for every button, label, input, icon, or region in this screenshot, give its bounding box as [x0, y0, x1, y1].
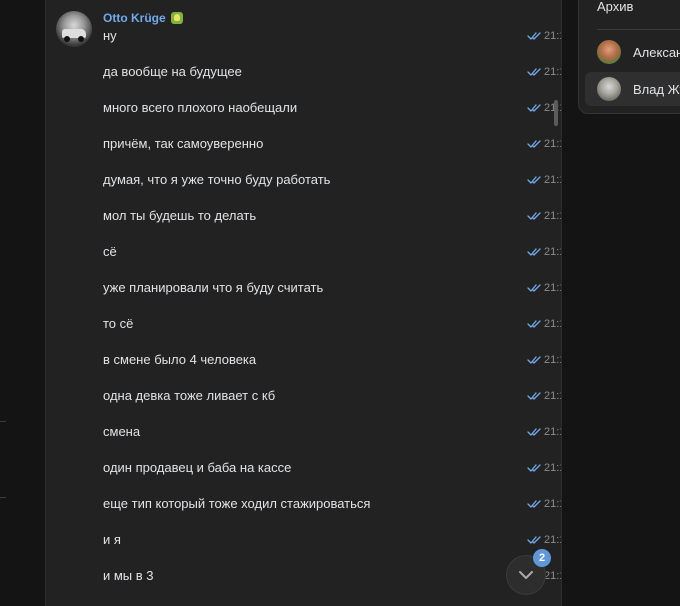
avatar	[597, 77, 621, 101]
time-value: 21:16	[544, 246, 561, 258]
message-row[interactable]: то сё 21:16	[103, 314, 561, 334]
scrollbar-thumb[interactable]	[554, 100, 558, 126]
message-author[interactable]: Otto Krüge	[103, 11, 183, 25]
time-value: 21:16	[544, 426, 561, 438]
message-row[interactable]: в смене было 4 человека 21:16	[103, 350, 561, 370]
message-row[interactable]: да вообще на будущее 21:15	[103, 62, 561, 82]
message-row[interactable]: одна девка тоже ливает с кб 21:16	[103, 386, 561, 406]
message-time: 21:15	[527, 206, 561, 226]
message-row[interactable]: сё 21:16	[103, 242, 561, 262]
contact-item[interactable]: Влад Жу	[585, 72, 680, 106]
message-text: еще тип который тоже ходил стажироваться	[103, 496, 371, 511]
message-time: 21:16	[527, 314, 561, 334]
message-time: 21:16	[527, 350, 561, 370]
message-row[interactable]: еще тип который тоже ходил стажироваться…	[103, 494, 561, 514]
message-time: 21:16	[527, 242, 561, 262]
message-row[interactable]: уже планировали что я буду считать 21:16	[103, 278, 561, 298]
message-row[interactable]: и мы в 3 21:1	[103, 566, 561, 586]
time-value: 21:15	[544, 66, 561, 78]
time-value: 21:15	[544, 174, 561, 186]
message-text: уже планировали что я буду считать	[103, 280, 324, 295]
message-row[interactable]: смена 21:16	[103, 422, 561, 442]
divider	[0, 421, 6, 422]
avatar-wheel	[64, 36, 70, 42]
message-text: и мы в 3	[103, 568, 154, 583]
message-row[interactable]: причём, так самоуверенно 21:15	[103, 134, 561, 154]
time-value: 21:16	[544, 462, 561, 474]
message-time: 21:16	[527, 386, 561, 406]
message-text: ну	[103, 28, 117, 43]
time-value: 21:16	[544, 354, 561, 366]
message-text: и я	[103, 532, 121, 547]
message-time: 21:15	[527, 170, 561, 190]
avatar[interactable]	[56, 11, 92, 47]
double-check-icon	[527, 464, 541, 472]
double-check-icon	[527, 356, 541, 364]
double-check-icon	[527, 68, 541, 76]
double-check-icon	[527, 140, 541, 148]
message-text: да вообще на будущее	[103, 64, 242, 79]
time-value: 21:16	[544, 282, 561, 294]
message-time: 21:16	[527, 422, 561, 442]
message-text: думая, что я уже точно буду работать	[103, 172, 331, 187]
time-value: 21:1	[544, 570, 561, 582]
double-check-icon	[527, 392, 541, 400]
message-time: 21:16	[527, 530, 561, 550]
time-value: 21:16	[544, 318, 561, 330]
divider	[597, 29, 680, 30]
message-time: 21:16	[527, 458, 561, 478]
message-row[interactable]: думая, что я уже точно буду работать 21:1…	[103, 170, 561, 190]
double-check-icon	[527, 104, 541, 112]
message-text: причём, так самоуверенно	[103, 136, 264, 151]
author-name[interactable]: Otto Krüge	[103, 11, 166, 25]
double-check-icon	[527, 176, 541, 184]
message-time: 21:15	[527, 62, 561, 82]
contact-name: Алексан	[633, 44, 680, 60]
message-time: 21:16	[527, 278, 561, 298]
double-check-icon	[527, 428, 541, 436]
message-text: одна девка тоже ливает с кб	[103, 388, 276, 403]
unread-count-badge: 2	[533, 549, 551, 567]
message-text: сё	[103, 244, 117, 259]
message-text: в смене было 4 человека	[103, 352, 257, 367]
avatar-wheel	[78, 36, 84, 42]
double-check-icon	[527, 284, 541, 292]
chat-folders-panel: Архив Алексан Влад Жу	[578, 0, 680, 114]
left-sidebar-edge	[0, 0, 45, 606]
message-text: мол ты будешь то делать	[103, 208, 257, 223]
chat-history[interactable]: Otto Krüge ну 21:15 да вообще на будущее 21…	[45, 0, 562, 606]
double-check-icon	[527, 500, 541, 508]
message-row[interactable]: много всего плохого наобещали 21:15	[103, 98, 561, 118]
double-check-icon	[527, 320, 541, 328]
message-text: много всего плохого наобещали	[103, 100, 298, 115]
double-check-icon	[527, 212, 541, 220]
avatar	[597, 40, 621, 64]
contact-name: Влад Жу	[633, 81, 680, 97]
double-check-icon	[527, 536, 541, 544]
time-value: 21:15	[544, 138, 561, 150]
chevron-down-icon	[519, 571, 533, 579]
divider	[0, 497, 6, 498]
time-value: 21:15	[544, 30, 561, 42]
message-text: смена	[103, 424, 141, 439]
time-value: 21:15	[544, 210, 561, 222]
status-emoji-icon	[170, 12, 183, 24]
double-check-icon	[527, 32, 541, 40]
message-row[interactable]: один продавец и баба на кассе 21:16	[103, 458, 561, 478]
contact-item[interactable]: Алексан	[585, 35, 680, 69]
time-value: 21:16	[544, 498, 561, 510]
message-text: то сё	[103, 316, 134, 331]
archive-folder[interactable]: Архив	[597, 0, 633, 14]
message-text: один продавец и баба на кассе	[103, 460, 292, 475]
time-value: 21:15	[544, 102, 561, 114]
message-time: 21:15	[527, 134, 561, 154]
message-row[interactable]: мол ты будешь то делать 21:15	[103, 206, 561, 226]
time-value: 21:16	[544, 534, 561, 546]
message-time: 21:16	[527, 494, 561, 514]
message-row[interactable]: и я 21:16	[103, 530, 561, 550]
time-value: 21:16	[544, 390, 561, 402]
message-row[interactable]: ну 21:15	[103, 26, 561, 46]
message-time: 21:15	[527, 26, 561, 46]
double-check-icon	[527, 248, 541, 256]
